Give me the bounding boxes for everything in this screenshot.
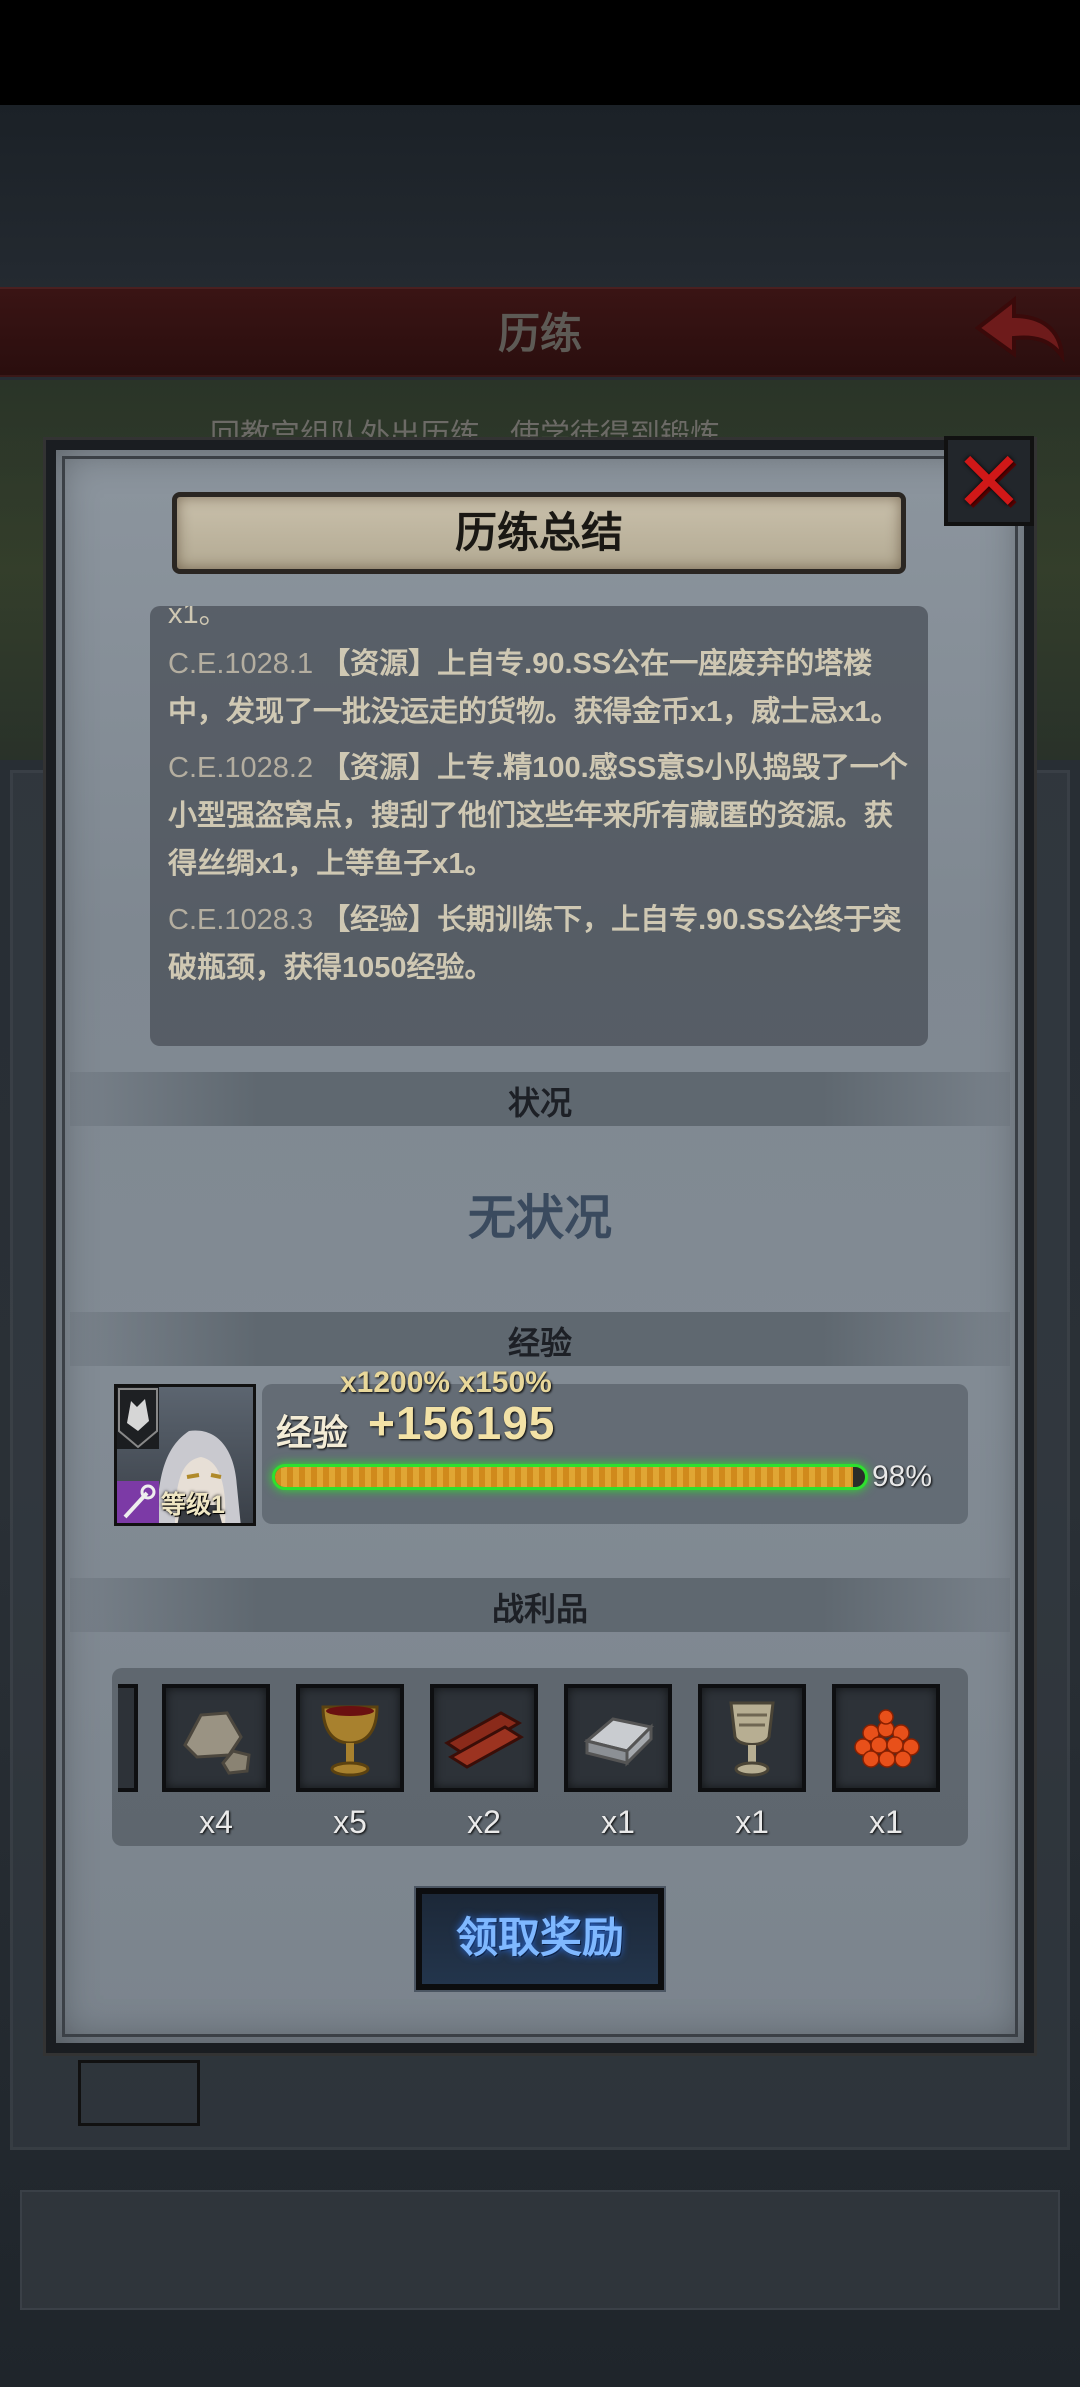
loot-count: x1 <box>869 1804 903 1840</box>
log-entry-date: C.E.1028.2 <box>168 752 314 784</box>
loot-item[interactable]: x2 <box>430 1684 538 1841</box>
exp-label: 经验 <box>276 1412 349 1453</box>
loot-count: x4 <box>199 1804 233 1840</box>
back-arrow-icon[interactable] <box>970 292 1066 368</box>
exp-gained-value: +156195 <box>368 1397 556 1449</box>
loot-list[interactable]: x4 x5 x2 x1 x1 x1 <box>112 1668 968 1846</box>
experience-header: 经验 <box>507 1325 572 1361</box>
loot-item[interactable]: x1 <box>698 1684 806 1841</box>
loot-item[interactable]: x1 <box>564 1684 672 1841</box>
loot-count: x1 <box>735 1804 769 1840</box>
loot-item[interactable]: x5 <box>296 1684 404 1841</box>
wood-planks-icon <box>430 1684 538 1792</box>
claim-reward-button[interactable]: 领取奖励 <box>416 1888 664 1990</box>
status-header: 状况 <box>507 1085 572 1121</box>
wolf-crest-icon <box>117 1387 159 1449</box>
log-entry: C.E.1028.3 【经验】长期训练下，上自专.90.SS公终于突破瓶颈，获得… <box>168 896 910 992</box>
loot-item[interactable]: x1 <box>832 1684 940 1841</box>
log-entry-date: C.E.1028.1 <box>168 648 314 680</box>
loot-item-partial <box>118 1684 138 1792</box>
loot-header: 战利品 <box>491 1591 588 1627</box>
exp-multiplier: x1200% x150% <box>340 1366 552 1399</box>
caviar-icon <box>832 1684 940 1792</box>
loot-count: x1 <box>601 1804 635 1840</box>
character-portrait[interactable]: 等级1 <box>114 1384 256 1526</box>
claim-reward-label: 领取奖励 <box>455 1914 624 1961</box>
iron-ingot-icon <box>564 1684 672 1792</box>
background-slot <box>78 2060 200 2126</box>
log-entry-date: C.E.1028.3 <box>168 904 314 936</box>
background-title: 历练 <box>497 310 582 357</box>
close-icon: ✕ <box>953 435 1025 529</box>
dialog-title: 历练总结 <box>454 509 623 556</box>
status-value: 无状况 <box>467 1192 612 1245</box>
log-entry: C.E.1028.1 【资源】上自专.90.SS公在一座废弃的塔楼中，发现了一批… <box>168 640 910 736</box>
background-lower-panel <box>20 2190 1060 2310</box>
silver-chalice-icon <box>698 1684 806 1792</box>
log-cut-line: x1。 <box>168 606 228 630</box>
red-goblet-icon <box>296 1684 404 1792</box>
staff-class-icon <box>117 1481 159 1523</box>
exp-progress-bar <box>272 1464 868 1490</box>
loot-count: x5 <box>333 1804 367 1840</box>
level-badge: 等级1 <box>161 1491 225 1519</box>
close-button[interactable]: ✕ <box>944 436 1034 526</box>
log-entry: C.E.1028.2 【资源】上专.精100.感SS意S小队捣毁了一个小型强盗窝… <box>168 744 910 888</box>
loot-count: x2 <box>467 1804 501 1840</box>
exp-progress-fill <box>275 1467 854 1487</box>
loot-item[interactable]: x4 <box>162 1684 270 1841</box>
dialog-title-plaque: 历练总结 <box>172 492 906 574</box>
event-log[interactable]: x1。 C.E.1028.1 【资源】上自专.90.SS公在一座废弃的塔楼中，发… <box>150 606 928 1046</box>
exp-progress-text: 98% <box>872 1460 933 1493</box>
stone-ore-icon <box>162 1684 270 1792</box>
